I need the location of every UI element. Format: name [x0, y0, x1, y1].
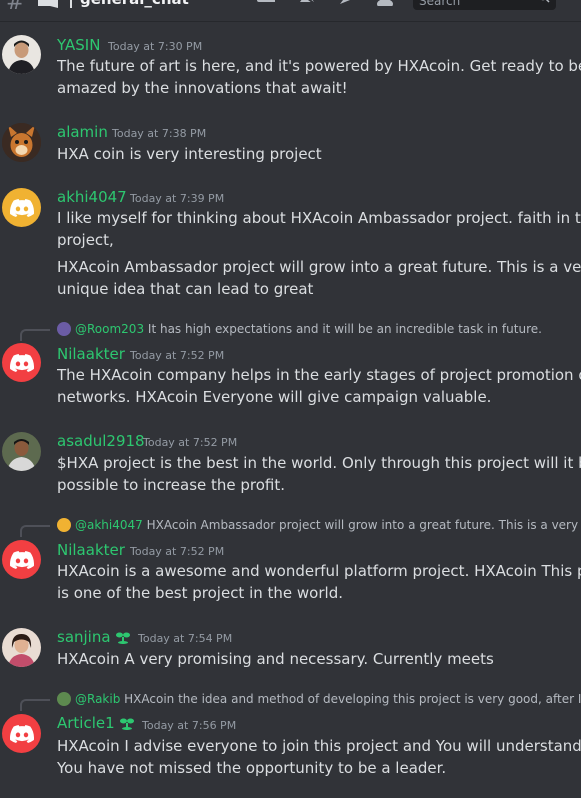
- avatar[interactable]: [2, 343, 41, 382]
- avatar[interactable]: [2, 35, 41, 74]
- avatar[interactable]: [2, 714, 41, 753]
- message-content: I like myself for thinking about HXAcoin…: [57, 207, 581, 251]
- timestamp: Today at 7:30 PM: [108, 40, 203, 53]
- message-line: $HXA project is the best in the world. O…: [57, 454, 581, 472]
- avatar[interactable]: [2, 123, 41, 162]
- username[interactable]: asadul2918: [57, 432, 145, 450]
- message-line: unique idea that can lead to great: [57, 280, 314, 298]
- timestamp: Today at 7:39 PM: [130, 192, 225, 205]
- username[interactable]: YASIN: [57, 36, 100, 54]
- reply-avatar: [57, 692, 71, 706]
- username[interactable]: alamin: [57, 123, 108, 141]
- timestamp: Today at 7:38 PM: [112, 127, 207, 140]
- message-line: The HXAcoin company helps in the early s…: [57, 366, 581, 384]
- reply-avatar: [57, 322, 71, 336]
- message-line: HXAcoin Ambassador project will grow int…: [57, 258, 581, 276]
- username[interactable]: Nilaakter: [57, 541, 125, 559]
- message-content: HXAcoin A very promising and necessary. …: [57, 648, 581, 670]
- message-line: I like myself for thinking about HXAcoin…: [57, 209, 581, 227]
- reply-author[interactable]: @akhi4047: [75, 518, 143, 532]
- timestamp: Today at 7:56 PM: [142, 719, 237, 732]
- message-line: is one of the best project in the world.: [57, 584, 343, 602]
- username[interactable]: akhi4047: [57, 188, 127, 206]
- message-content: HXAcoin I advise everyone to join this p…: [57, 735, 581, 779]
- username[interactable]: sanjina: [57, 628, 131, 646]
- timestamp: Today at 7:52 PM: [143, 436, 238, 449]
- discord-logo-icon: [9, 724, 34, 743]
- reply-text: HXAcoin Ambassador project will grow int…: [146, 518, 581, 532]
- sprout-badge-icon: [119, 718, 134, 730]
- message-content: The future of art is here, and it's powe…: [57, 55, 581, 99]
- timestamp: Today at 7:54 PM: [138, 632, 233, 645]
- reply-connector: [20, 525, 50, 537]
- message-line: You have not missed the opportunity to b…: [57, 759, 447, 777]
- message-content: HXAcoin is a awesome and wonderful platf…: [57, 560, 581, 604]
- message-content: HXAcoin Ambassador project will grow int…: [57, 256, 581, 300]
- discord-logo-icon: [9, 550, 34, 569]
- username[interactable]: Nilaakter: [57, 345, 125, 363]
- message-line: HXAcoin A very promising and necessary. …: [57, 650, 494, 668]
- reply-preview[interactable]: @Rakib HXAcoin the idea and method of de…: [57, 692, 581, 708]
- message-line: project,: [57, 231, 114, 249]
- message-content: The HXAcoin company helps in the early s…: [57, 364, 581, 408]
- reply-connector: [20, 699, 50, 711]
- message-list: YASIN Today at 7:30 PM The future of art…: [0, 0, 581, 798]
- reply-avatar: [57, 518, 71, 532]
- message-content: $HXA project is the best in the world. O…: [57, 452, 581, 496]
- message-line: HXAcoin is a awesome and wonderful platf…: [57, 562, 581, 580]
- timestamp: Today at 7:52 PM: [130, 545, 225, 558]
- timestamp: Today at 7:52 PM: [130, 349, 225, 362]
- reply-author[interactable]: @Rakib: [75, 692, 120, 706]
- message-content: HXA coin is very interesting project: [57, 143, 581, 165]
- message-line: amazed by the innovations that await!: [57, 79, 348, 97]
- reply-preview[interactable]: @Room203 It has high expectations and it…: [57, 322, 581, 338]
- username[interactable]: Article1: [57, 714, 135, 732]
- avatar[interactable]: [2, 540, 41, 579]
- reply-text: It has high expectations and it will be …: [147, 322, 542, 336]
- message-line: HXA coin is very interesting project: [57, 145, 322, 163]
- sprout-badge-icon: [115, 632, 130, 644]
- avatar[interactable]: [2, 432, 41, 471]
- discord-logo-icon: [9, 198, 34, 217]
- message-line: possible to increase the profit.: [57, 476, 286, 494]
- reply-preview[interactable]: @akhi4047 HXAcoin Ambassador project wil…: [57, 518, 581, 534]
- reply-text: HXAcoin the idea and method of developin…: [124, 692, 581, 706]
- message-line: networks. HXAcoin Everyone will give cam…: [57, 388, 492, 406]
- reply-connector: [20, 329, 50, 341]
- message-line: HXAcoin I advise everyone to join this p…: [57, 737, 581, 755]
- avatar[interactable]: [2, 188, 41, 227]
- discord-logo-icon: [9, 353, 34, 372]
- avatar[interactable]: [2, 628, 41, 667]
- reply-author[interactable]: @Room203: [75, 322, 144, 336]
- message-line: The future of art is here, and it's powe…: [57, 57, 581, 75]
